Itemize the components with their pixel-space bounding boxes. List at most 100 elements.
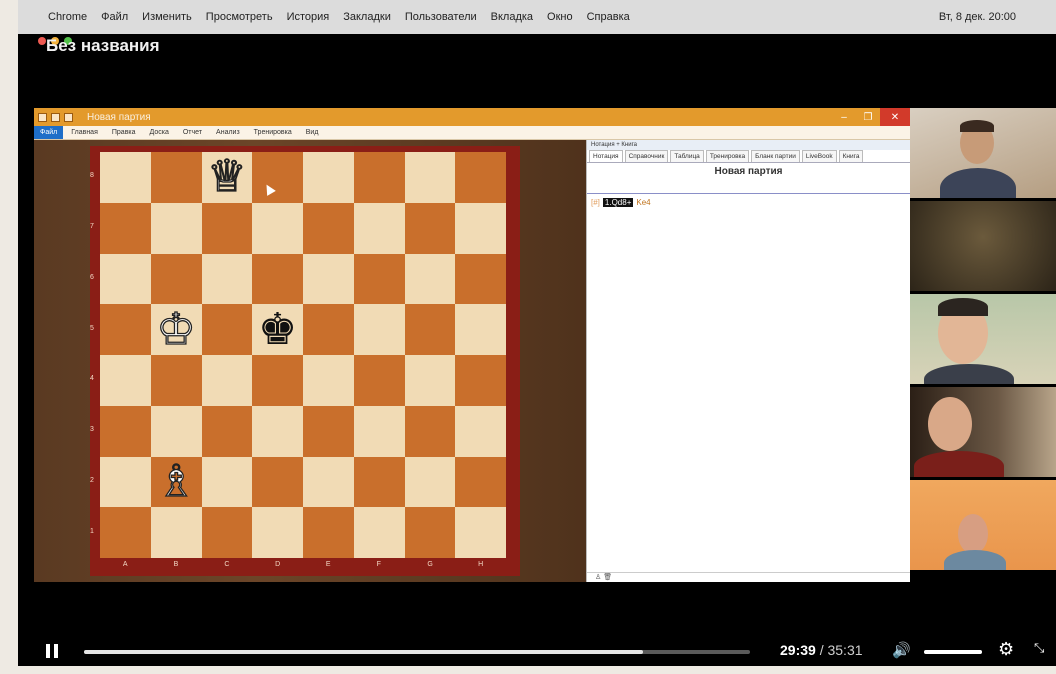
notation-tab[interactable]: Тренировка: [705, 150, 750, 162]
square-b3[interactable]: [150, 405, 202, 457]
square-e1[interactable]: E: [303, 507, 354, 568]
mac-menu-item[interactable]: Просмотреть: [206, 11, 273, 23]
square-d8[interactable]: [252, 152, 303, 203]
square-c2[interactable]: [201, 456, 253, 508]
mac-menu-item[interactable]: Вкладка: [491, 11, 533, 23]
square-g1[interactable]: G: [404, 507, 456, 568]
ribbon-tab[interactable]: Вид: [306, 129, 319, 136]
square-h7[interactable]: [455, 202, 506, 254]
mac-menu-item[interactable]: Окно: [547, 11, 573, 23]
square-a6[interactable]: 6: [90, 253, 151, 305]
square-d6[interactable]: [252, 253, 303, 305]
mac-menu-item[interactable]: Пользователи: [405, 11, 477, 23]
participant-tile[interactable]: [910, 387, 1056, 477]
exit-fullscreen-icon[interactable]: ⤡: [1034, 641, 1044, 656]
square-h4[interactable]: [455, 355, 506, 406]
square-h8[interactable]: [455, 152, 506, 203]
participant-tile[interactable]: [910, 108, 1056, 198]
square-d2[interactable]: [252, 456, 303, 508]
save-icon[interactable]: [38, 112, 47, 122]
white-bishop-icon[interactable]: ♗: [151, 457, 202, 508]
square-c5[interactable]: [201, 304, 253, 355]
notation-tab[interactable]: Справочник: [624, 150, 669, 162]
square-e2[interactable]: [303, 456, 354, 508]
square-f7[interactable]: [353, 202, 405, 254]
square-b7[interactable]: [150, 202, 202, 254]
square-d4[interactable]: [252, 355, 303, 406]
engine-icon[interactable]: ♙: [595, 574, 601, 581]
square-f8[interactable]: [353, 152, 405, 203]
square-b4[interactable]: [150, 355, 202, 406]
square-h3[interactable]: [455, 405, 506, 457]
undo-icon[interactable]: [51, 112, 60, 122]
square-e6[interactable]: [303, 253, 354, 305]
square-c1[interactable]: C: [201, 507, 253, 568]
square-a7[interactable]: 7: [90, 202, 151, 254]
participant-tile[interactable]: [910, 201, 1056, 291]
square-c6[interactable]: [201, 253, 253, 305]
square-a2[interactable]: 2: [90, 456, 151, 508]
ribbon-tab[interactable]: Тренировка: [254, 129, 292, 136]
square-g3[interactable]: [404, 405, 456, 457]
square-h5[interactable]: [455, 304, 506, 355]
square-g7[interactable]: [404, 202, 456, 254]
ribbon-tab[interactable]: Отчет: [183, 129, 202, 136]
trash-icon[interactable]: 🗑: [603, 574, 612, 581]
square-g2[interactable]: [404, 456, 456, 508]
mac-menu-item[interactable]: История: [287, 11, 330, 23]
black-king-icon[interactable]: ♚: [252, 304, 303, 355]
square-d7[interactable]: [252, 202, 303, 254]
square-g4[interactable]: [404, 355, 456, 406]
square-f1[interactable]: F: [353, 507, 405, 568]
square-e4[interactable]: [303, 355, 354, 406]
ribbon-tab[interactable]: Анализ: [216, 129, 240, 136]
notation-tab[interactable]: Бланк партии: [751, 150, 800, 162]
square-f5[interactable]: [353, 304, 405, 355]
minimize-icon[interactable]: –: [832, 108, 856, 126]
redo-icon[interactable]: [64, 112, 73, 122]
current-move[interactable]: 1.Qd8+: [602, 198, 634, 207]
square-c3[interactable]: [201, 405, 253, 457]
square-f4[interactable]: [353, 355, 405, 406]
mac-menu-item[interactable]: Chrome: [48, 11, 87, 23]
square-e8[interactable]: [303, 152, 354, 203]
square-d1[interactable]: D: [252, 507, 303, 568]
square-c8[interactable]: ♕: [201, 152, 253, 203]
square-e7[interactable]: [303, 202, 354, 254]
square-c7[interactable]: [201, 202, 253, 254]
square-c4[interactable]: [201, 355, 253, 406]
square-h2[interactable]: [455, 456, 506, 508]
mac-menu-item[interactable]: Файл: [101, 11, 128, 23]
ribbon-file-tab[interactable]: Файл: [34, 126, 64, 139]
square-g6[interactable]: [404, 253, 456, 305]
white-queen-icon[interactable]: ♕: [202, 152, 253, 203]
square-g8[interactable]: [404, 152, 456, 203]
square-b1[interactable]: B: [150, 507, 202, 568]
square-b8[interactable]: [150, 152, 202, 203]
notation-tab[interactable]: Нотация: [589, 150, 623, 162]
settings-gear-icon[interactable]: ⚙: [998, 639, 1014, 660]
square-a1[interactable]: 1A: [90, 507, 151, 568]
participant-tile[interactable]: [910, 480, 1056, 570]
square-d3[interactable]: [252, 405, 303, 457]
square-a5[interactable]: 5: [90, 304, 151, 355]
white-king-icon[interactable]: ♔: [151, 304, 202, 355]
square-h1[interactable]: H: [455, 507, 506, 568]
square-b6[interactable]: [150, 253, 202, 305]
ribbon-tab[interactable]: Доска: [150, 129, 169, 136]
close-dot-icon[interactable]: [38, 37, 46, 45]
maximize-icon[interactable]: ❐: [856, 108, 880, 126]
notation-tab[interactable]: Таблица: [670, 150, 704, 162]
square-f3[interactable]: [353, 405, 405, 457]
notation-tab[interactable]: Книга: [838, 150, 864, 162]
square-a3[interactable]: 3: [90, 405, 151, 457]
square-e5[interactable]: [303, 304, 354, 355]
progress-bar[interactable]: [84, 650, 750, 654]
square-b2[interactable]: ♗: [150, 456, 202, 508]
mac-menu-item[interactable]: Изменить: [142, 11, 192, 23]
volume-icon[interactable]: 🔊: [892, 641, 911, 659]
square-a4[interactable]: 4: [90, 355, 151, 406]
notation-tab[interactable]: LiveBook: [801, 150, 837, 162]
next-move[interactable]: Ke4: [636, 198, 650, 207]
ribbon-tab[interactable]: Правка: [112, 129, 136, 136]
